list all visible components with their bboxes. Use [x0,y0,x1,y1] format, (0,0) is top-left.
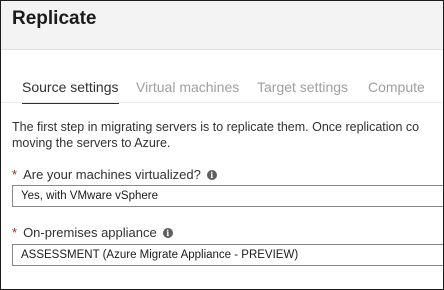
virtualized-dropdown[interactable]: Yes, with VMware vSphere [12,185,443,207]
required-marker: * [12,225,18,240]
required-marker: * [12,167,18,182]
tab-label: Compute [368,79,425,95]
appliance-label: On-premises appliance [23,225,157,240]
tab-label: Virtual machines [136,79,240,95]
replicate-blade: Replicate Source settings Virtual machin… [0,0,444,290]
appliance-value: ASSESSMENT (Azure Migrate Appliance - PR… [21,249,299,261]
tab-strip: Source settings Virtual machines Target … [13,77,443,104]
tab-label: Source settings [22,79,119,95]
intro-line-1: The first step in migrating servers is t… [12,120,420,134]
intro-text: The first step in migrating servers is t… [12,119,443,151]
blade-header: Replicate [1,1,443,50]
tab-label: Target settings [257,79,349,95]
virtualized-value: Yes, with VMware vSphere [21,190,159,202]
tabs-divider [1,102,443,103]
appliance-dropdown[interactable]: ASSESSMENT (Azure Migrate Appliance - PR… [12,244,443,266]
tab-virtual-machines[interactable]: Virtual machines [136,77,239,101]
info-icon[interactable]: i [162,228,173,238]
tab-source-settings[interactable]: Source settings [22,77,119,104]
info-icon[interactable]: i [206,170,217,180]
appliance-label-row: * On-premises appliance i [12,225,173,241]
virtualized-label-row: * Are your machines virtualized? i [12,167,217,183]
virtualized-label: Are your machines virtualized? [23,167,201,182]
tab-compute[interactable]: Compute [368,77,425,101]
tab-target-settings[interactable]: Target settings [257,77,348,101]
page-title: Replicate [12,8,97,29]
intro-line-2: moving the servers to Azure. [12,136,171,150]
